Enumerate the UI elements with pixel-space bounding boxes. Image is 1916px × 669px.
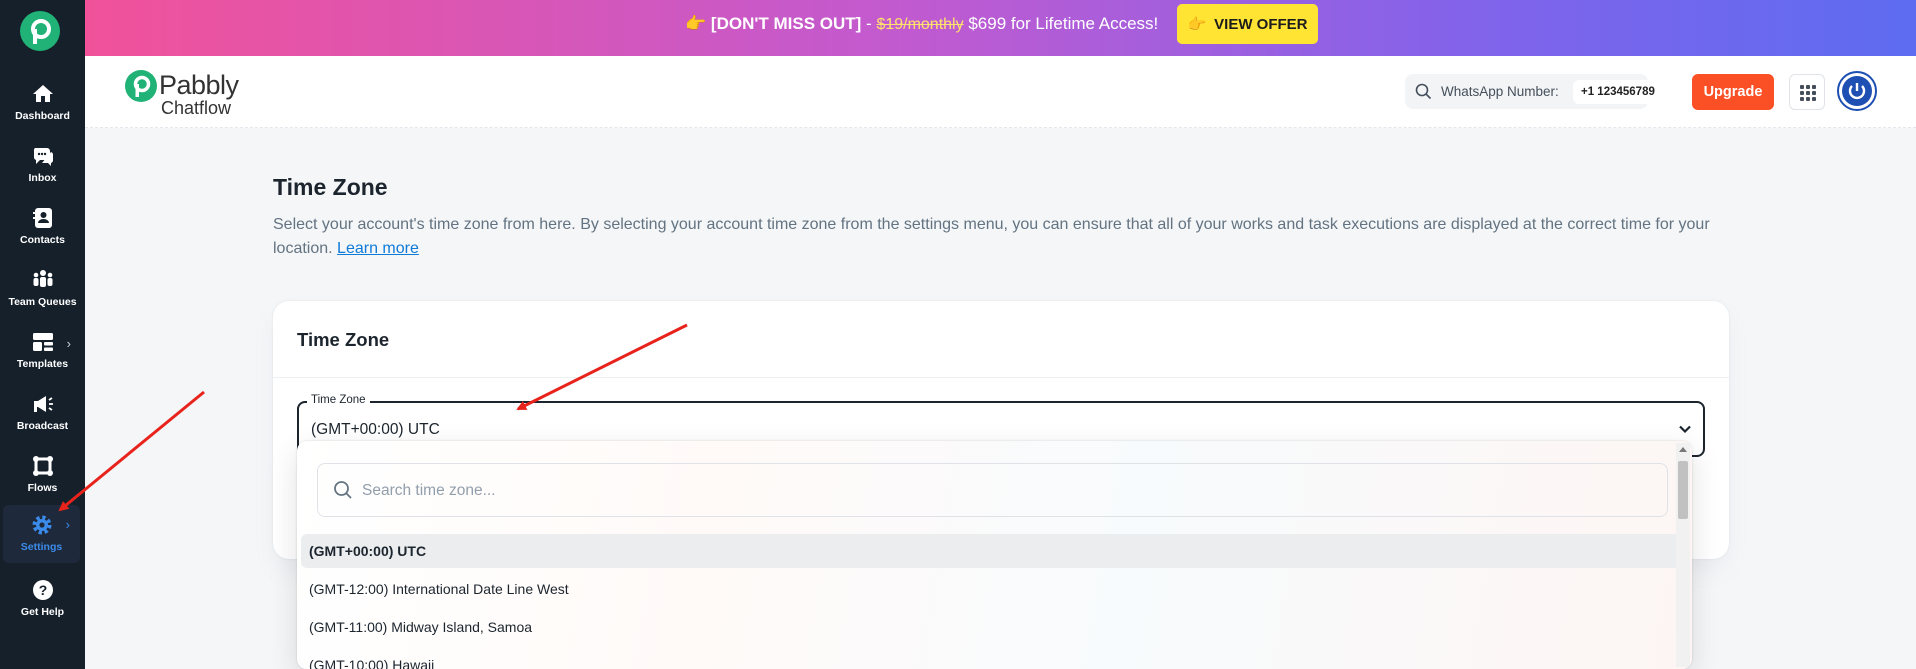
time-zone-search-box [317, 463, 1668, 517]
sidebar-item-templates[interactable]: Templates › [0, 324, 85, 382]
sidebar-item-get-help[interactable]: ? Get Help [0, 572, 85, 630]
upgrade-button[interactable]: Upgrade [1692, 74, 1774, 110]
sidebar-item-label: Broadcast [16, 420, 69, 432]
chat-icon [33, 148, 53, 166]
sidebar-item-label: Flows [27, 482, 58, 494]
apps-grid-button[interactable] [1789, 74, 1825, 110]
chevron-right-icon: › [66, 336, 71, 351]
pointing-hand-icon: 👉 [1187, 16, 1207, 33]
time-zone-dropdown: (GMT+00:00) UTC (GMT-12:00) Internationa… [297, 441, 1692, 669]
promo-headline: [DON'T MISS OUT] [710, 14, 862, 33]
help-icon: ? [32, 580, 53, 600]
learn-more-link[interactable]: Learn more [337, 240, 419, 257]
sidebar-item-label: Contacts [20, 234, 65, 246]
time-zone-search-input[interactable] [362, 478, 1642, 504]
time-zone-option[interactable]: (GMT-10:00) Hawaii [301, 648, 1682, 669]
power-icon [1842, 76, 1872, 106]
sidebar-item-contacts[interactable]: Contacts [0, 200, 85, 258]
sidebar-item-dashboard[interactable]: Dashboard [0, 76, 85, 134]
sidebar-item-inbox[interactable]: Inbox [0, 138, 85, 196]
view-offer-button[interactable]: 👉 VIEW OFFER [1177, 4, 1318, 44]
team-icon [33, 270, 52, 287]
page-description: Select your account's time zone from her… [273, 213, 1723, 261]
brand-logo[interactable]: Pabbly Chatflow [125, 68, 255, 118]
sidebar-item-label: Settings [20, 541, 63, 553]
pabbly-p-icon [125, 70, 157, 102]
time-zone-selected-value: (GMT+00:00) UTC [311, 421, 440, 438]
sidebar-item-team-queues[interactable]: Team Queues [0, 262, 85, 320]
time-zone-option[interactable]: (GMT+00:00) UTC [301, 534, 1682, 568]
chevron-down-icon [1679, 425, 1691, 434]
svg-text:?: ? [38, 582, 47, 598]
card-title: Time Zone [297, 329, 390, 350]
search-icon [334, 481, 352, 499]
promo-banner: 👉 [DON'T MISS OUT] - $19/monthly $699 fo… [85, 0, 1916, 56]
megaphone-icon [33, 396, 53, 412]
promo-dash: - [861, 14, 877, 33]
time-zone-option[interactable]: (GMT-12:00) International Date Line West [301, 572, 1682, 606]
dropdown-scrollbar[interactable] [1676, 443, 1690, 667]
promo-text: 👉 [DON'T MISS OUT] - $19/monthly $699 fo… [685, 14, 1158, 34]
chevron-right-icon: › [65, 517, 70, 532]
brand-name: Pabbly [159, 70, 239, 100]
view-offer-label: VIEW OFFER [1214, 15, 1308, 33]
sidebar-item-label: Get Help [20, 606, 65, 618]
brand-sub: Chatflow [161, 98, 232, 118]
search-icon [1415, 83, 1432, 100]
pabbly-logo[interactable] [20, 11, 60, 51]
sidebar-item-label: Inbox [28, 172, 57, 184]
pointing-hand-icon: 👉 [685, 14, 707, 33]
description-text: Select your account's time zone from her… [273, 216, 1710, 257]
sidebar-item-settings[interactable]: Settings › [3, 505, 80, 563]
templates-icon [32, 333, 53, 351]
whatsapp-number-box[interactable]: WhatsApp Number: +1 123456789 [1405, 74, 1663, 109]
sidebar-item-broadcast[interactable]: Broadcast [0, 386, 85, 444]
sidebar-item-label: Dashboard [15, 110, 70, 122]
flow-icon [32, 456, 53, 476]
sidebar-item-label: Team Queues [8, 296, 77, 308]
promo-offer: $699 for Lifetime Access! [963, 14, 1159, 33]
scroll-up-arrow-icon[interactable] [1679, 447, 1687, 452]
sidebar-item-flows[interactable]: Flows [0, 448, 85, 506]
contact-card-icon [32, 208, 52, 228]
gear-icon [32, 515, 51, 535]
apps-grid-icon [1800, 85, 1816, 101]
page-title: Time Zone [273, 174, 388, 200]
sidebar: Dashboard Inbox Contacts Team Queues Tem… [0, 0, 85, 669]
whatsapp-number: +1 123456789 [1573, 80, 1663, 104]
promo-old-price: $19/monthly [876, 16, 964, 33]
whatsapp-label: WhatsApp Number: [1441, 84, 1559, 99]
scrollbar-thumb[interactable] [1678, 461, 1688, 519]
app-header: Pabbly Chatflow WhatsApp Number: +1 1234… [85, 56, 1916, 128]
card-divider [273, 377, 1729, 378]
time-zone-field-label: Time Zone [307, 394, 370, 406]
home-icon [32, 85, 53, 102]
sidebar-item-label: Templates [16, 358, 69, 370]
time-zone-option[interactable]: (GMT-11:00) Midway Island, Samoa [301, 610, 1682, 644]
avatar[interactable] [1837, 71, 1877, 111]
